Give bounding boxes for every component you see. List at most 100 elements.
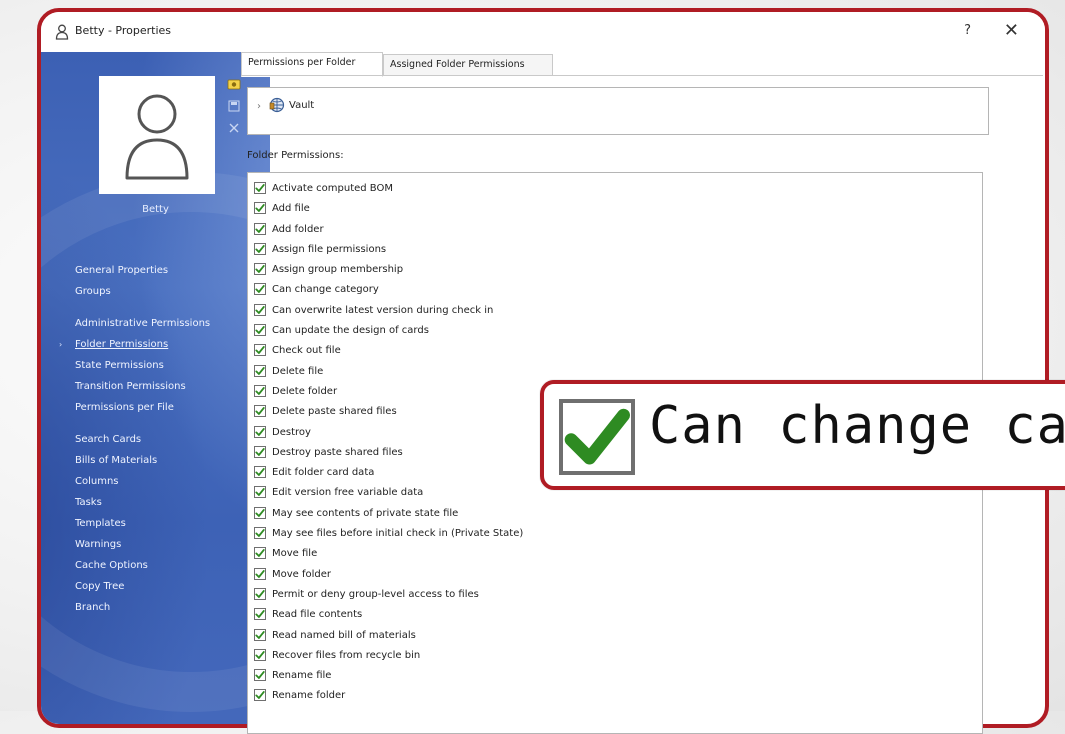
permission-item[interactable]: Can update the design of cards [254, 321, 523, 341]
remove-picture-icon[interactable] [227, 122, 241, 134]
window-title: Betty - Properties [75, 24, 172, 37]
permission-checkbox[interactable] [254, 648, 266, 661]
tab-permissions-per-folder[interactable]: Permissions per Folder [241, 52, 383, 77]
nav-item-state-permissions[interactable]: State Permissions [75, 355, 210, 376]
permission-checkbox[interactable] [254, 344, 266, 357]
checkmark-icon [255, 366, 265, 375]
vault-icon [269, 97, 285, 113]
permission-label: Assign group membership [272, 264, 404, 276]
nav-item-columns[interactable]: Columns [75, 471, 210, 492]
permission-checkbox[interactable] [254, 567, 266, 580]
permission-checkbox[interactable] [254, 506, 266, 519]
nav-item-transition-permissions[interactable]: Transition Permissions [75, 376, 210, 397]
permission-item[interactable]: Delete file [254, 362, 523, 382]
permission-checkbox[interactable] [254, 182, 266, 194]
permission-checkbox[interactable] [254, 283, 266, 296]
permission-checkbox[interactable] [254, 202, 266, 215]
permission-checkbox[interactable] [254, 405, 266, 418]
permission-item[interactable]: Read file contents [254, 605, 523, 625]
permission-checkbox[interactable] [254, 222, 266, 235]
permission-item[interactable]: May see files before initial check in (P… [254, 524, 523, 544]
permission-label: Read named bill of materials [272, 629, 416, 641]
permission-item[interactable]: Rename folder [254, 686, 523, 706]
permission-item[interactable]: Add file [254, 199, 523, 219]
permission-label: Read file contents [272, 609, 363, 621]
nav-item-branch[interactable]: Branch [75, 597, 210, 618]
permission-label: Delete paste shared files [272, 406, 397, 418]
permission-checkbox[interactable] [254, 628, 266, 641]
permission-item[interactable]: Read named bill of materials [254, 626, 523, 646]
tree-node-vault[interactable]: Vault [289, 100, 314, 111]
permission-label: Add folder [272, 223, 324, 235]
permission-label: May see contents of private state file [272, 507, 459, 519]
permission-item[interactable]: May see contents of private state file [254, 504, 523, 524]
checkmark-icon [255, 650, 265, 659]
help-button[interactable]: ? [964, 23, 971, 38]
permission-checkbox[interactable] [254, 242, 266, 255]
folder-permissions-label: Folder Permissions: [247, 150, 344, 161]
permission-item[interactable]: Delete folder [254, 382, 523, 402]
permission-item[interactable]: Can change category [254, 280, 523, 300]
permission-item[interactable]: Rename file [254, 666, 523, 686]
permission-item[interactable]: Assign group membership [254, 260, 523, 280]
nav-item-administrative-permissions[interactable]: Administrative Permissions [75, 313, 210, 334]
checkmark-icon [255, 184, 265, 192]
permission-item[interactable]: Assign file permissions [254, 240, 523, 260]
user-icon [55, 24, 69, 40]
save-picture-icon[interactable] [227, 100, 241, 112]
permission-item[interactable]: Permit or deny group-level access to fil… [254, 585, 523, 605]
zoom-callout: Can change cat [540, 380, 1065, 490]
checkmark-icon [255, 671, 265, 680]
permission-label: Destroy [272, 426, 311, 438]
nav-item-search-cards[interactable]: Search Cards [75, 429, 210, 450]
permission-checkbox[interactable] [254, 445, 266, 458]
permission-item[interactable]: Activate computed BOM [254, 179, 523, 199]
nav-item-templates[interactable]: Templates [75, 513, 210, 534]
permission-checkbox[interactable] [254, 587, 266, 600]
permission-checkbox[interactable] [254, 466, 266, 479]
permission-checkbox[interactable] [254, 364, 266, 377]
permission-item[interactable]: Move folder [254, 565, 523, 585]
checkmark-icon [255, 508, 265, 517]
permission-checkbox[interactable] [254, 608, 266, 621]
permission-item[interactable]: Edit folder card data [254, 463, 523, 483]
tab-assigned-folder-permissions[interactable]: Assigned Folder Permissions [383, 54, 553, 76]
nav-item-warnings[interactable]: Warnings [75, 534, 210, 555]
expand-arrow-icon[interactable]: › [257, 101, 261, 112]
permission-checkbox[interactable] [254, 547, 266, 560]
permission-checkbox[interactable] [254, 324, 266, 337]
permission-item[interactable]: Check out file [254, 341, 523, 361]
permission-item[interactable]: Move file [254, 544, 523, 564]
checkbox-checked-icon [559, 399, 635, 475]
permission-checkbox[interactable] [254, 669, 266, 682]
permission-item[interactable]: Edit version free variable data [254, 483, 523, 503]
permission-item[interactable]: Destroy [254, 423, 523, 443]
checkmark-icon [255, 610, 265, 619]
permission-item[interactable]: Delete paste shared files [254, 402, 523, 422]
permission-item[interactable]: Add folder [254, 220, 523, 240]
permission-checkbox[interactable] [254, 384, 266, 397]
nav-item-copy-tree[interactable]: Copy Tree [75, 576, 210, 597]
permission-label: Permit or deny group-level access to fil… [272, 588, 479, 600]
permission-label: Rename file [272, 670, 332, 682]
close-button[interactable]: ✕ [1004, 20, 1019, 41]
nav-item-folder-permissions[interactable]: › Folder Permissions [59, 334, 210, 355]
nav-item-general-properties[interactable]: General Properties [75, 260, 210, 281]
permission-item[interactable]: Can overwrite latest version during chec… [254, 301, 523, 321]
checkmark-icon [255, 589, 265, 598]
change-picture-icon[interactable] [227, 78, 241, 90]
permission-item[interactable]: Recover files from recycle bin [254, 646, 523, 666]
nav-item-permissions-per-file[interactable]: Permissions per File [75, 397, 210, 418]
nav-item-tasks[interactable]: Tasks [75, 492, 210, 513]
nav-item-groups[interactable]: Groups [75, 281, 210, 302]
permission-checkbox[interactable] [254, 303, 266, 316]
permission-checkbox[interactable] [254, 527, 266, 540]
permission-label: Move file [272, 548, 318, 560]
permission-checkbox[interactable] [254, 425, 266, 438]
permission-checkbox[interactable] [254, 263, 266, 276]
permission-checkbox[interactable] [254, 486, 266, 499]
nav-item-cache-options[interactable]: Cache Options [75, 555, 210, 576]
nav-item-bills-of-materials[interactable]: Bills of Materials [75, 450, 210, 471]
permission-checkbox[interactable] [254, 689, 266, 702]
permission-item[interactable]: Destroy paste shared files [254, 443, 523, 463]
